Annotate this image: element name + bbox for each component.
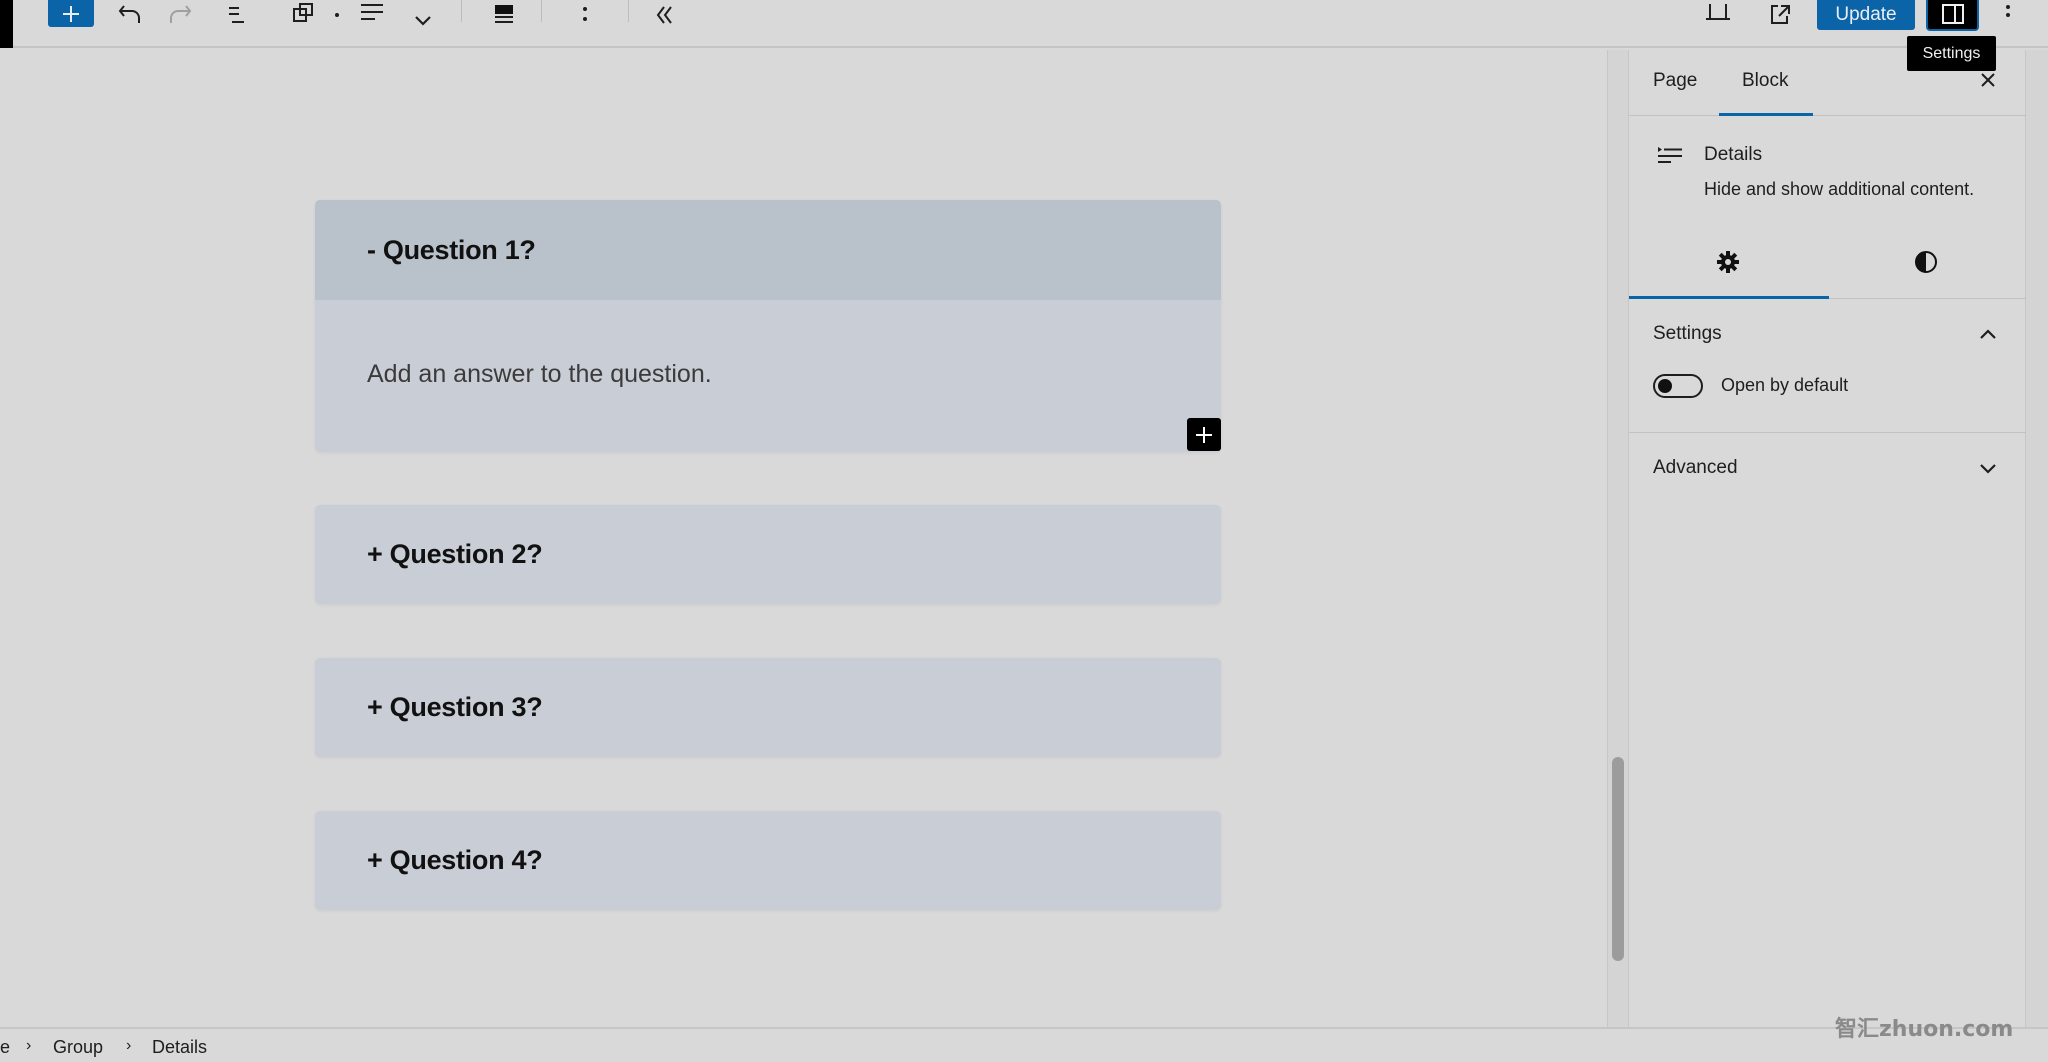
details-block-2[interactable]: + Question 2? [315, 505, 1221, 604]
details-block-3[interactable]: + Question 3? [315, 658, 1221, 757]
full-width-button[interactable] [484, 0, 524, 30]
undo-button[interactable] [110, 0, 150, 30]
update-button[interactable]: Update [1817, 0, 1915, 30]
external-link-icon [1771, 5, 1790, 24]
full-width-icon [495, 5, 513, 23]
editor-canvas: - Question 1? Add an answer to the quest… [0, 50, 1608, 1027]
block-type-button[interactable] [283, 0, 323, 30]
more-vertical-icon [2006, 5, 2010, 17]
block-description: Hide and show additional content. [1704, 179, 1975, 199]
more-vertical-icon [583, 7, 587, 21]
advanced-panel[interactable]: Advanced [1629, 433, 2026, 501]
options-menu-button[interactable] [1988, 0, 2028, 30]
breadcrumb-item-details: Details [152, 1037, 208, 1057]
close-icon [1981, 73, 1995, 87]
document-overview-button[interactable] [215, 0, 255, 30]
details-block-icon [293, 3, 313, 22]
tab-page[interactable]: Page [1653, 70, 1697, 92]
chevron-down-icon [1980, 464, 1996, 474]
toolbar-separator [541, 0, 542, 22]
details-summary[interactable]: + Question 4? [315, 811, 1221, 910]
open-by-default-label[interactable]: Open by default [1721, 375, 1848, 396]
open-by-default-toggle[interactable] [1653, 374, 1703, 398]
block-title: Details [1704, 144, 1763, 165]
collapse-settings-button[interactable] [1977, 323, 1999, 345]
window-right-edge [2026, 50, 2048, 1027]
toolbar-separator [461, 0, 462, 22]
redo-icon [170, 5, 192, 23]
drag-handle-dot[interactable] [322, 0, 352, 30]
breadcrumb-item[interactable]: e [0, 1037, 10, 1058]
toolbar-separator [628, 0, 629, 22]
canvas-scrollbar-track[interactable] [1607, 50, 1629, 1027]
breadcrumb-item-group[interactable]: Group [53, 1037, 103, 1058]
settings-toggle-button[interactable] [1926, 0, 1979, 31]
details-summary[interactable]: - Question 1? [315, 200, 1221, 300]
details-block-1[interactable]: - Question 1? Add an answer to the quest… [315, 200, 1221, 452]
details-summary[interactable]: + Question 3? [315, 658, 1221, 757]
chevron-down-icon [415, 16, 431, 26]
details-answer[interactable]: Add an answer to the question. [315, 300, 1221, 452]
window-edge [0, 0, 13, 48]
block-card: Details Hide and show additional content… [1629, 116, 2026, 226]
details-icon [1657, 146, 1683, 169]
chevrons-left-icon [656, 6, 672, 24]
move-down-button[interactable] [403, 6, 443, 36]
settings-panel-title[interactable]: Settings [1653, 323, 1722, 345]
contrast-icon [1915, 251, 1937, 273]
dot-icon [335, 13, 339, 17]
settings-panel: Settings Open by default [1629, 299, 2026, 433]
tab-settings[interactable] [1629, 226, 1827, 298]
view-button[interactable] [1698, 0, 1738, 30]
settings-tooltip: Settings [1907, 36, 1996, 71]
chevron-up-icon [1980, 329, 1996, 339]
view-page-button[interactable] [1760, 0, 1800, 30]
breadcrumb: e › Group › Details [0, 1027, 2048, 1062]
tab-block[interactable]: Block [1742, 70, 1788, 92]
collapse-toolbar-button[interactable] [645, 0, 685, 30]
block-options-button[interactable] [565, 0, 605, 30]
plus-icon [1196, 426, 1212, 443]
sidebar-icon [1941, 3, 1964, 24]
chevron-right-icon: › [26, 1037, 32, 1054]
details-block-4[interactable]: + Question 4? [315, 811, 1221, 910]
block-inspector-tabs [1629, 226, 2026, 299]
gear-icon [1717, 251, 1739, 273]
advanced-panel-title[interactable]: Advanced [1653, 457, 1738, 479]
canvas-scrollbar-thumb[interactable] [1612, 757, 1624, 961]
align-button[interactable] [352, 0, 392, 30]
settings-sidebar: Page Block Details Hide and show additio… [1629, 50, 2026, 1027]
toggle-knob [1658, 379, 1672, 393]
chevron-right-icon: › [126, 1037, 132, 1054]
details-summary[interactable]: + Question 2? [315, 505, 1221, 604]
tab-styles[interactable] [1827, 226, 2025, 298]
desktop-view-icon [1706, 4, 1730, 20]
close-sidebar-button[interactable] [1976, 68, 2000, 92]
top-toolbar: Update [0, 0, 2048, 48]
block-inserter-button[interactable] [48, 0, 94, 27]
plus-icon [63, 5, 79, 22]
expand-advanced-button[interactable] [1977, 457, 1999, 479]
redo-button[interactable] [160, 0, 200, 30]
list-view-icon [229, 7, 244, 23]
add-block-button[interactable] [1187, 418, 1221, 451]
watermark: 智汇zhuon.com [1835, 1017, 2014, 1042]
align-left-icon [361, 4, 383, 20]
undo-icon [118, 5, 140, 23]
